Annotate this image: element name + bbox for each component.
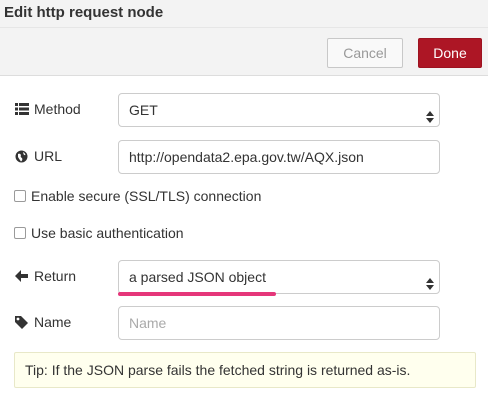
highlight-underline	[118, 292, 276, 296]
return-select-value: a parsed JSON object	[129, 269, 266, 285]
list-icon	[14, 102, 29, 117]
method-label: Method	[14, 101, 81, 117]
tip-text: Tip: If the JSON parse fails the fetched…	[25, 362, 411, 378]
tip-box: Tip: If the JSON parse fails the fetched…	[14, 352, 476, 388]
name-input-placeholder: Name	[129, 315, 167, 331]
done-button[interactable]: Done	[418, 38, 482, 68]
method-select-value: GET	[129, 102, 158, 118]
method-label-text: Method	[34, 101, 81, 117]
select-arrows-icon	[426, 270, 434, 290]
cancel-button[interactable]: Cancel	[327, 38, 403, 68]
auth-checkbox-label: Use basic authentication	[31, 225, 184, 241]
url-label-text: URL	[34, 148, 63, 164]
tag-icon	[14, 315, 29, 330]
tls-checkbox-label: Enable secure (SSL/TLS) connection	[31, 188, 262, 204]
method-select[interactable]: GET	[118, 93, 440, 127]
tls-checkbox[interactable]	[14, 190, 26, 202]
select-arrows-icon	[426, 103, 434, 123]
name-label: Name	[14, 314, 71, 330]
name-input[interactable]: Name	[118, 306, 440, 340]
dialog-toolbar: Cancel Done	[0, 28, 488, 76]
tls-checkbox-row[interactable]: Enable secure (SSL/TLS) connection	[14, 188, 261, 204]
url-input[interactable]: http://opendata2.epa.gov.tw/AQX.json	[118, 140, 440, 174]
arrow-left-icon	[14, 269, 29, 284]
return-label-text: Return	[34, 268, 77, 284]
auth-checkbox-row[interactable]: Use basic authentication	[14, 225, 184, 241]
globe-icon	[14, 149, 29, 164]
return-label: Return	[14, 268, 76, 284]
dialog-title: Edit http request node	[4, 4, 164, 21]
name-label-text: Name	[34, 314, 72, 330]
return-select[interactable]: a parsed JSON object	[118, 260, 440, 294]
url-label: URL	[14, 148, 62, 164]
dialog-header: Edit http request node	[0, 0, 488, 28]
auth-checkbox[interactable]	[14, 227, 26, 239]
url-input-value: http://opendata2.epa.gov.tw/AQX.json	[129, 149, 364, 165]
